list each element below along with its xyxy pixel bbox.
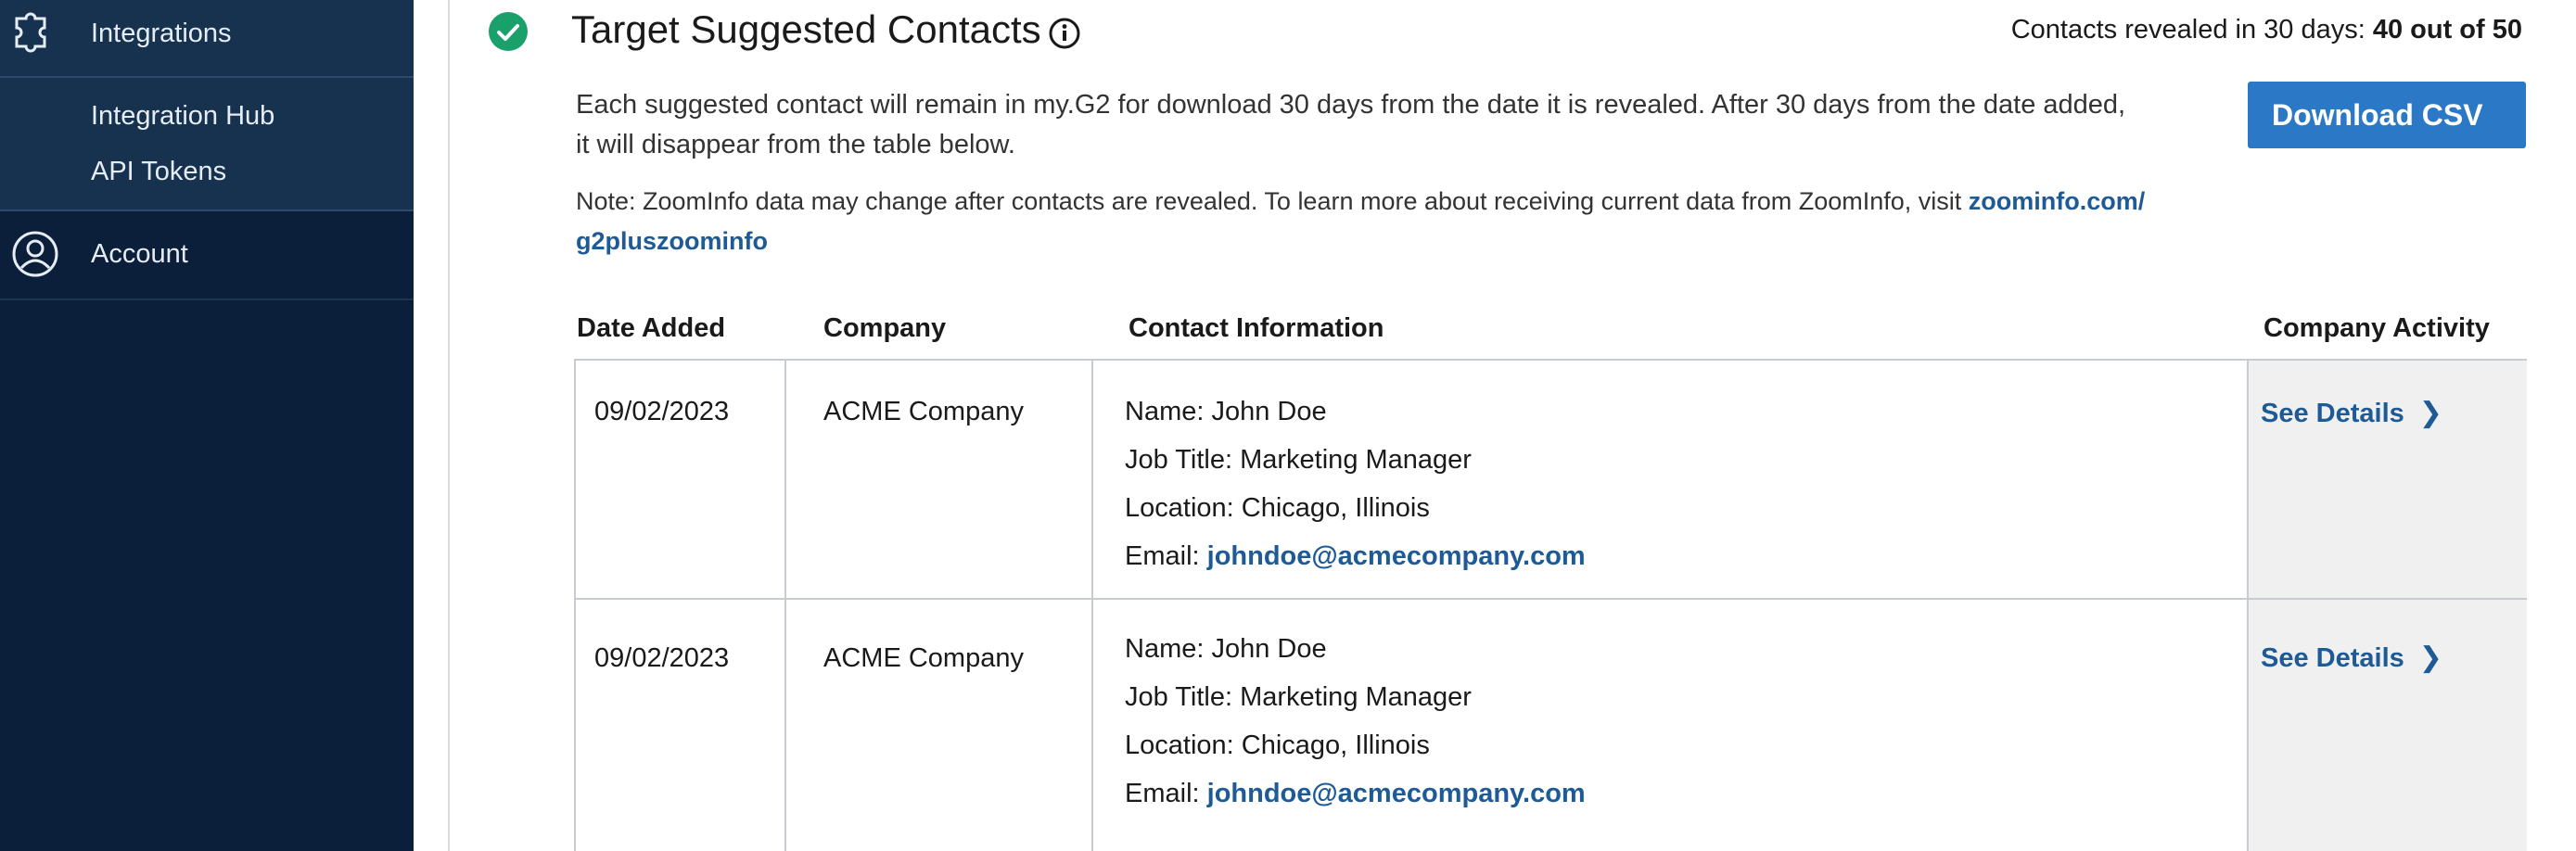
see-details-link[interactable]: See Details ❯ <box>2261 397 2442 429</box>
download-csv-button[interactable]: Download CSV <box>2248 82 2526 148</box>
column-divider <box>1091 359 1093 851</box>
sidebar-item-integrations-label: Integrations <box>91 19 232 48</box>
sidebar-divider <box>0 76 414 78</box>
content-border <box>448 0 450 851</box>
chevron-right-icon: ❯ <box>2418 398 2442 428</box>
column-header-date-added: Date Added <box>577 313 726 343</box>
puzzle-icon <box>15 12 46 53</box>
contact-email-link[interactable]: johndoe@acmecompany.com <box>1207 541 1586 571</box>
contacts-revealed-label: Contacts revealed in 30 days: <box>2010 15 2373 44</box>
see-details-label[interactable]: See Details <box>2261 399 2404 428</box>
sidebar-item-integration-hub[interactable]: Integration Hub <box>91 101 274 132</box>
contact-email: Email: johndoe@acmecompany.com <box>1125 541 1586 572</box>
check-circle-icon <box>489 12 528 51</box>
sidebar: Integrations Integration Hub API Tokens … <box>0 0 414 851</box>
description-line: Each suggested contact will remain in my… <box>576 90 2126 120</box>
date-added-cell: 09/02/2023 <box>594 397 730 426</box>
company-cell: ACME Company <box>823 397 1024 426</box>
description-line: it will disappear from the table below. <box>576 130 1015 159</box>
contact-name: Name: John Doe <box>1125 634 1327 664</box>
chevron-right-icon: ❯ <box>2418 642 2442 673</box>
contacts-table <box>574 359 2527 851</box>
see-details-link[interactable]: See Details ❯ <box>2261 641 2442 674</box>
contact-job-title: Job Title: Marketing Manager <box>1125 682 1472 712</box>
column-header-company-activity: Company Activity <box>2264 313 2490 343</box>
note-text: Note: ZoomInfo data may change after con… <box>576 187 1969 215</box>
company-cell: ACME Company <box>823 643 1024 673</box>
sidebar-divider <box>0 298 414 300</box>
row-divider <box>574 598 2527 600</box>
zoominfo-link-part[interactable]: g2pluszoominfo <box>576 227 768 255</box>
contact-email-link[interactable]: johndoe@acmecompany.com <box>1207 779 1586 808</box>
contact-email: Email: johndoe@acmecompany.com <box>1125 779 1586 809</box>
sidebar-item-api-tokens[interactable]: API Tokens <box>91 157 226 187</box>
sidebar-item-account[interactable]: Account <box>0 211 414 298</box>
info-icon[interactable] <box>1048 17 1081 50</box>
contact-email-label: Email: <box>1125 541 1207 571</box>
zoominfo-note: Note: ZoomInfo data may change after con… <box>576 182 2171 261</box>
sidebar-item-account-label: Account <box>91 239 188 269</box>
user-circle-icon <box>12 231 58 277</box>
see-details-label[interactable]: See Details <box>2261 643 2404 673</box>
sidebar-item-integrations[interactable]: Integrations <box>0 0 414 76</box>
zoominfo-link-part[interactable]: zoominfo.com/ <box>1969 187 2146 215</box>
company-activity-column <box>2247 359 2527 851</box>
column-header-company: Company <box>823 313 947 343</box>
column-header-contact-information: Contact Information <box>1129 313 1384 343</box>
column-divider <box>784 359 786 851</box>
contacts-revealed-count: 40 out of 50 <box>2372 15 2522 44</box>
contacts-revealed-counter: Contacts revealed in 30 days: 40 out of … <box>2011 15 2522 45</box>
contact-job-title: Job Title: Marketing Manager <box>1125 445 1472 475</box>
date-added-cell: 09/02/2023 <box>594 643 730 673</box>
contact-location: Location: Chicago, Illinois <box>1125 730 1430 760</box>
contact-email-label: Email: <box>1125 779 1207 808</box>
contact-name: Name: John Doe <box>1125 397 1327 426</box>
description: Each suggested contact will remain in my… <box>576 85 2134 165</box>
page-title: Target Suggested Contacts <box>571 7 1041 51</box>
contact-location: Location: Chicago, Illinois <box>1125 493 1430 523</box>
